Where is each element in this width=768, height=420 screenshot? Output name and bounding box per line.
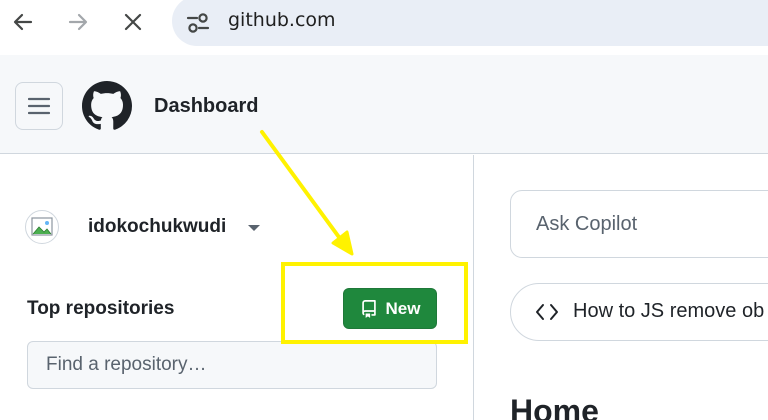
top-repositories-heading: Top repositories — [27, 298, 175, 319]
ask-copilot-input[interactable] — [511, 191, 768, 257]
address-bar[interactable]: github.com — [172, 0, 768, 46]
dashboard-sidebar: idokochukwudi Top repositories New — [0, 155, 474, 420]
find-repository-field[interactable] — [27, 341, 437, 389]
code-icon — [535, 303, 559, 326]
arrow-right-icon[interactable] — [63, 8, 93, 36]
account-switcher[interactable]: idokochukwudi — [88, 216, 226, 238]
new-repository-button[interactable]: New — [343, 288, 437, 329]
github-logo-icon[interactable] — [82, 81, 132, 131]
copilot-suggestion-chip[interactable]: How to JS remove ob — [510, 283, 768, 341]
github-header: Dashboard — [0, 55, 768, 154]
browser-toolbar: github.com — [0, 0, 768, 46]
dashboard-main: How to JS remove ob Home — [475, 155, 768, 420]
new-button-label: New — [385, 298, 421, 318]
page-title[interactable]: Dashboard — [154, 95, 258, 118]
url-text[interactable]: github.com — [228, 9, 336, 31]
suggestion-text: How to JS remove ob — [573, 300, 765, 322]
repo-icon — [361, 299, 376, 318]
hamburger-icon[interactable] — [15, 82, 63, 130]
home-heading: Home — [510, 393, 599, 420]
avatar[interactable] — [25, 210, 59, 244]
ask-copilot-field[interactable] — [510, 190, 768, 258]
find-repository-input[interactable] — [28, 342, 436, 388]
triangle-down-icon[interactable] — [248, 225, 260, 231]
tune-icon[interactable] — [186, 12, 210, 34]
close-icon[interactable] — [118, 8, 148, 36]
arrow-left-icon[interactable] — [8, 8, 38, 36]
